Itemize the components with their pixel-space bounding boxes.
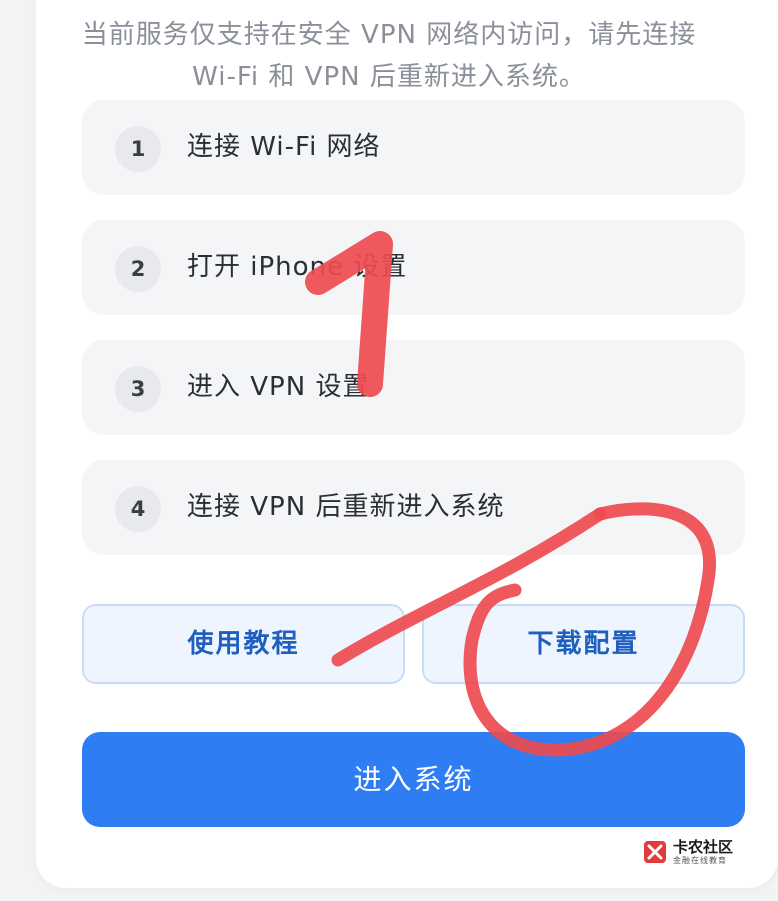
watermark-subtitle: 金融在线教育 xyxy=(673,855,727,865)
watermark-title: 卡农社区 xyxy=(673,837,734,856)
step-item-1: 1 连接 Wi-Fi 网络 xyxy=(82,100,745,195)
notice-line-2: Wi-Fi 和 VPN 后重新进入系统。 xyxy=(192,62,586,92)
vpn-notice-text: 当前服务仅支持在安全 VPN 网络内访问，请先连接 Wi-Fi 和 VPN 后重… xyxy=(0,14,778,98)
step-number: 2 xyxy=(115,246,161,292)
step-label: 连接 VPN 后重新进入系统 xyxy=(187,492,505,522)
step-label: 进入 VPN 设置 xyxy=(187,372,370,402)
tutorial-button[interactable]: 使用教程 xyxy=(82,604,405,684)
notice-line-1: 当前服务仅支持在安全 VPN 网络内访问，请先连接 xyxy=(81,20,697,50)
enter-system-button[interactable]: 进入系统 xyxy=(82,732,745,827)
step-number: 4 xyxy=(115,486,161,532)
step-item-3: 3 进入 VPN 设置 xyxy=(82,340,745,435)
step-number: 1 xyxy=(115,126,161,172)
step-label: 连接 Wi-Fi 网络 xyxy=(187,132,381,162)
step-item-2: 2 打开 iPhone 设置 xyxy=(82,220,745,315)
step-item-4: 4 连接 VPN 后重新进入系统 xyxy=(82,460,745,555)
watermark: 卡农社区 金融在线教育 xyxy=(643,836,733,868)
download-config-button[interactable]: 下载配置 xyxy=(422,604,745,684)
step-number: 3 xyxy=(115,366,161,412)
step-label: 打开 iPhone 设置 xyxy=(187,252,408,282)
watermark-logo-icon xyxy=(643,840,667,864)
